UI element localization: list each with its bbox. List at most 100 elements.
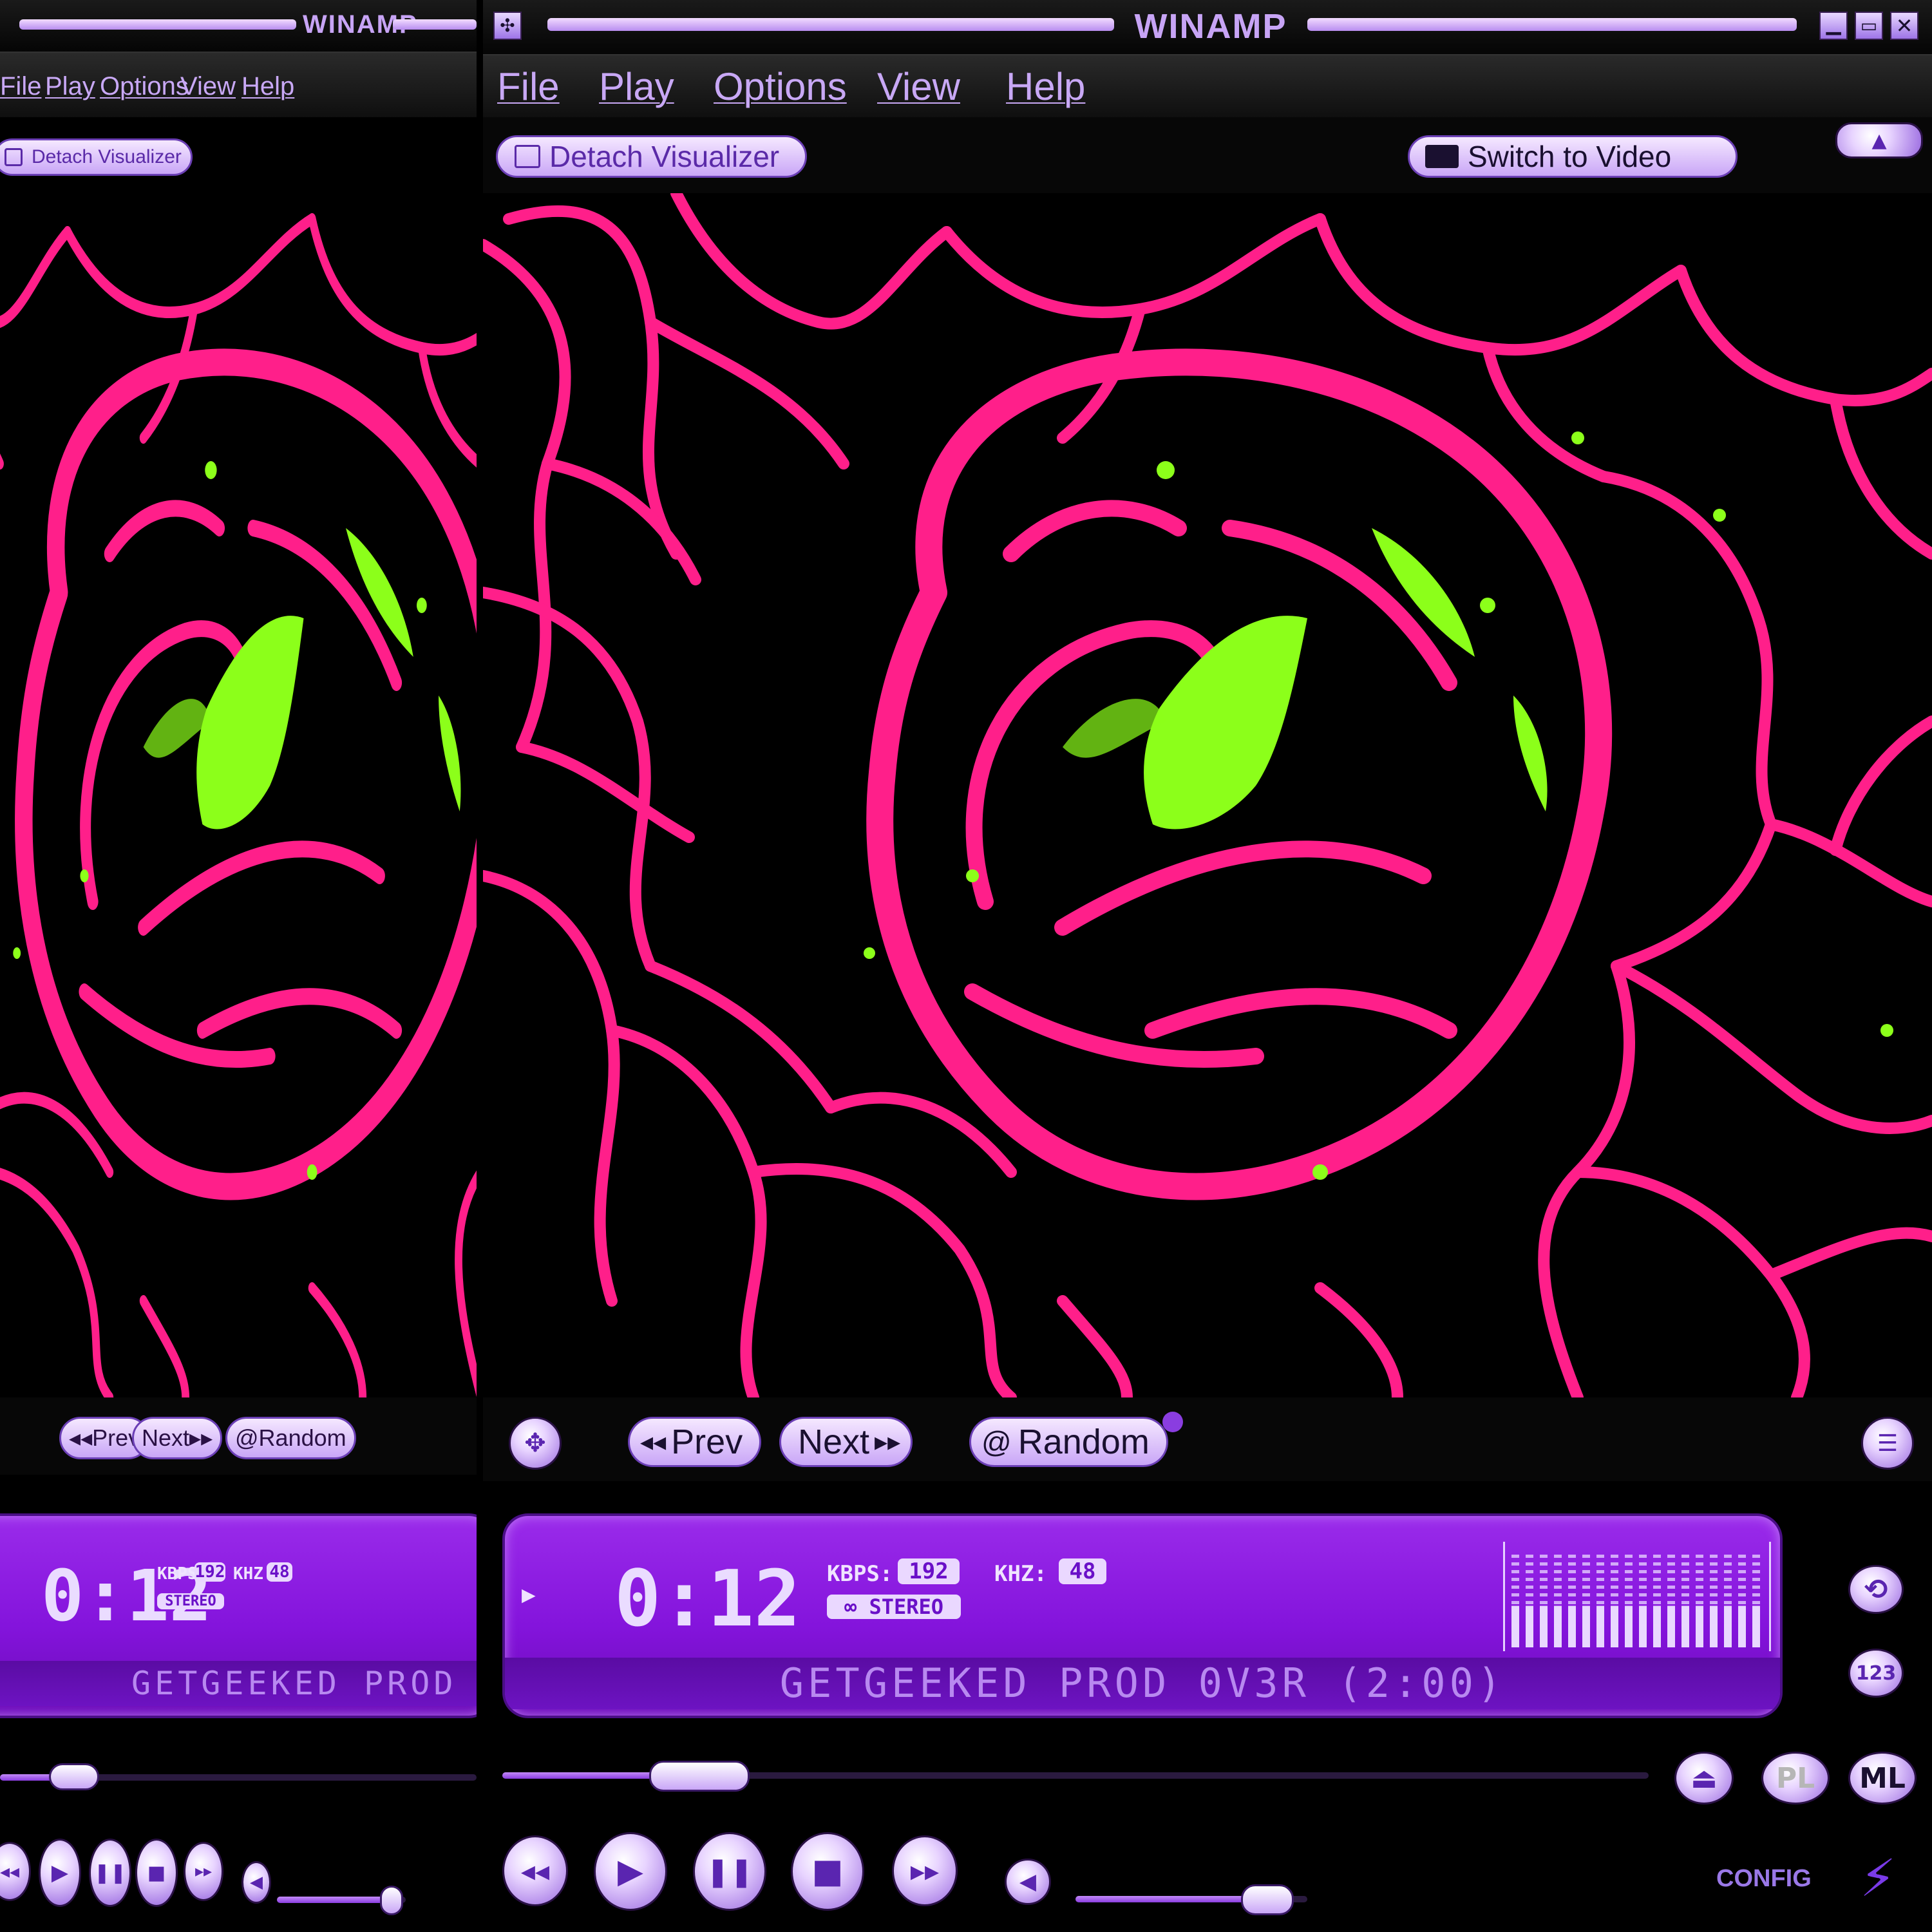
- switch-video-icon: [1425, 145, 1459, 168]
- volume-thumb-left[interactable]: [380, 1886, 403, 1915]
- play-indicator-icon: ▶: [522, 1582, 536, 1608]
- menu-play[interactable]: Play: [599, 64, 674, 109]
- title-grip-left-2: [393, 19, 477, 30]
- random-icon: @: [981, 1425, 1012, 1459]
- stereo-label: STEREO: [869, 1595, 944, 1619]
- detach-visualizer-button-left[interactable]: Detach Visualizer: [0, 138, 193, 176]
- detach-icon: [515, 145, 540, 168]
- detach-visualizer-button[interactable]: Detach Visualizer: [496, 135, 808, 178]
- eject-icon[interactable]: ⏏: [1674, 1752, 1734, 1804]
- collapse-button[interactable]: ▲: [1835, 122, 1923, 158]
- forward-button-left[interactable]: ▸▸: [184, 1842, 223, 1901]
- next-button-left[interactable]: Next ▸▸: [132, 1417, 223, 1459]
- window-title-left: WINAMP: [303, 10, 418, 39]
- menu-view-left[interactable]: View: [180, 72, 236, 101]
- switch-label: Switch to Video: [1468, 140, 1672, 173]
- prev-label: Prev: [671, 1423, 743, 1461]
- title-bar[interactable]: ✣ WINAMP ▁ ▭ ✕: [483, 0, 1932, 55]
- rewind-icon: ◂◂: [640, 1428, 667, 1456]
- nav-bar: ✥ ◂◂ Prev Next ▸▸ @ Random ☰: [483, 1397, 1932, 1481]
- track-title-left: GETGEEKED PROD 0V3R (2:00): [0, 1661, 477, 1706]
- track-title: GETGEEKED PROD 0V3R (2:00): [505, 1658, 1780, 1709]
- forward-button[interactable]: ▸▸: [892, 1835, 958, 1906]
- kbps-value-left: 192: [194, 1562, 225, 1582]
- volume-thumb[interactable]: [1241, 1884, 1294, 1915]
- maximize-icon[interactable]: ▭: [1855, 12, 1883, 40]
- stereo-badge-left: STEREO: [157, 1593, 224, 1609]
- menu-file[interactable]: File: [497, 64, 560, 109]
- random-button[interactable]: @ Random: [969, 1417, 1168, 1467]
- prev-button[interactable]: ◂◂ Prev: [628, 1417, 762, 1467]
- title-bar-left[interactable]: WINAMP: [0, 0, 477, 53]
- menu-icon[interactable]: ✣: [493, 12, 522, 40]
- winamp-window-main: ✣ WINAMP ▁ ▭ ✕ File Play Options View He…: [483, 0, 1932, 1932]
- lcd-display-left: 0:12 KBPS: 192 KHZ: 48 STEREO GETGEEKED …: [0, 1513, 477, 1718]
- visualizer: [483, 193, 1932, 1397]
- bolt-icon[interactable]: ⚡: [1860, 1848, 1896, 1908]
- khz-value-left: 48: [267, 1562, 292, 1582]
- visualizer-art-left: [0, 193, 477, 1397]
- menu-options[interactable]: Options: [714, 64, 847, 109]
- visualizer-left: [0, 193, 477, 1397]
- menu-bar: File Play Options View Help: [483, 55, 1932, 117]
- detach-label: Detach Visualizer: [549, 140, 780, 173]
- stop-button[interactable]: ■: [791, 1832, 864, 1911]
- menu-view[interactable]: View: [877, 64, 960, 109]
- close-icon[interactable]: ✕: [1890, 12, 1918, 40]
- media-library-button[interactable]: ML: [1848, 1752, 1917, 1804]
- play-icon: ▶: [618, 1852, 643, 1891]
- seek-thumb-left[interactable]: [49, 1763, 99, 1790]
- menu-file-left[interactable]: File: [0, 72, 41, 101]
- stop-icon: ■: [811, 1852, 844, 1891]
- random-button-left[interactable]: @ Random: [225, 1417, 356, 1459]
- title-grip-left: [19, 19, 296, 30]
- khz-value: 48: [1059, 1558, 1106, 1584]
- rewind-button-left[interactable]: ◂◂: [0, 1842, 31, 1901]
- volume-icon-left[interactable]: ◀: [242, 1861, 271, 1904]
- spectrum-analyzer: [1503, 1542, 1771, 1651]
- spectrum-peaks: [1511, 1555, 1763, 1632]
- volume-fill-left: [277, 1897, 393, 1903]
- playlist-button[interactable]: PL: [1761, 1752, 1830, 1804]
- kbps-value: 192: [898, 1558, 960, 1584]
- seek-thumb[interactable]: [649, 1761, 750, 1792]
- config-button[interactable]: CONFIG: [1716, 1865, 1812, 1893]
- title-grip-2: [1307, 18, 1797, 31]
- random-indicator: [1162, 1412, 1183, 1432]
- move-icon[interactable]: ✥: [509, 1417, 562, 1470]
- kbps-label: KBPS:: [827, 1561, 893, 1587]
- menu-options-left[interactable]: Options: [100, 72, 189, 101]
- menu-help-left[interactable]: Help: [242, 72, 294, 101]
- pause-icon: ❚❚: [706, 1855, 753, 1888]
- khz-label: KHZ:: [994, 1561, 1047, 1587]
- menu-bar-left: File Play Options View Help: [0, 53, 477, 117]
- next-label: Next: [798, 1423, 870, 1461]
- volume-icon[interactable]: ◀: [1005, 1859, 1051, 1905]
- switch-to-video-button[interactable]: Switch to Video: [1408, 135, 1738, 178]
- playlist-menu-icon[interactable]: ☰: [1861, 1417, 1914, 1470]
- pause-button[interactable]: ❚❚: [693, 1832, 766, 1911]
- time-display: 0:12: [614, 1555, 800, 1644]
- menu-play-left[interactable]: Play: [45, 72, 95, 101]
- detach-label-left: Detach Visualizer: [32, 146, 182, 167]
- stop-button-left[interactable]: ■: [135, 1839, 178, 1907]
- stereo-badge: ∞ STEREO: [827, 1595, 961, 1619]
- minimize-icon[interactable]: ▁: [1819, 12, 1848, 40]
- nav-bar-left: ◂◂ Prev Next ▸▸ @ Random: [0, 1397, 477, 1475]
- play-button[interactable]: ▶: [594, 1832, 667, 1911]
- menu-help[interactable]: Help: [1006, 64, 1085, 109]
- lcd-display: ▶ 0:12 KBPS: 192 KHZ: 48 ∞ STEREO GETGEE…: [502, 1513, 1783, 1718]
- play-button-left[interactable]: ▶: [39, 1839, 81, 1907]
- pause-button-left[interactable]: ❚❚: [89, 1839, 131, 1907]
- volume-fill: [1075, 1896, 1266, 1902]
- detach-icon: [5, 148, 23, 166]
- window-title: WINAMP: [1134, 7, 1287, 46]
- next-label-left: Next: [142, 1425, 190, 1451]
- winamp-window-left: WINAMP File Play Options View Help Detac…: [0, 0, 477, 1932]
- next-button[interactable]: Next ▸▸: [779, 1417, 913, 1467]
- shuffle-123-icon[interactable]: 123: [1848, 1649, 1904, 1698]
- title-grip: [547, 18, 1114, 31]
- random-label: Random: [1018, 1423, 1150, 1461]
- repeat-icon[interactable]: ⟲: [1848, 1565, 1904, 1614]
- rewind-button[interactable]: ◂◂: [502, 1835, 568, 1906]
